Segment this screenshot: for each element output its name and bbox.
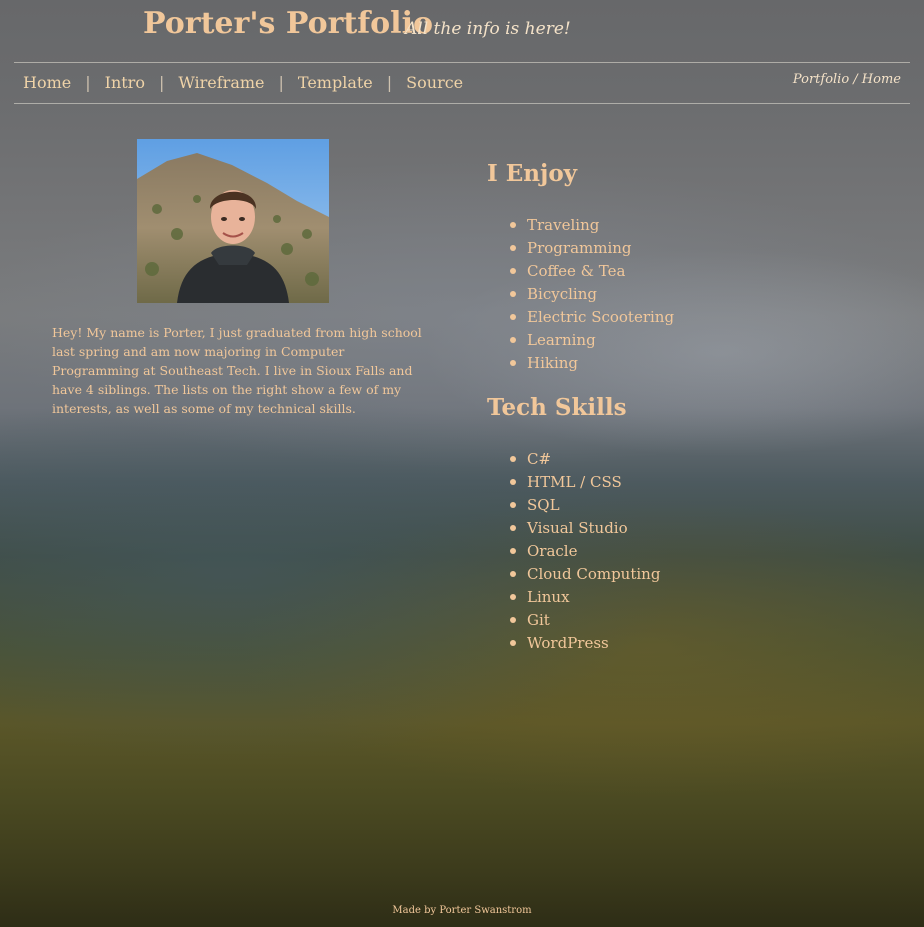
site-title: Porter's Portfolio xyxy=(143,6,433,41)
list-item: Oracle xyxy=(510,540,660,563)
nav-separator: | xyxy=(386,73,393,92)
enjoy-heading: I Enjoy xyxy=(487,160,578,187)
intro-bio: Hey! My name is Porter, I just graduated… xyxy=(52,325,422,416)
bullet-icon xyxy=(510,548,516,554)
breadcrumb: Portfolio / Home xyxy=(792,72,901,87)
bullet-icon xyxy=(510,314,516,320)
list-item: C# xyxy=(510,448,660,471)
list-item-label: Bicycling xyxy=(527,285,597,303)
profile-photo xyxy=(137,139,329,303)
nav-link-wireframe[interactable]: Wireframe xyxy=(178,73,264,92)
footer-credit: Made by Porter Swanstrom xyxy=(392,905,532,916)
site-header: Porter's Portfolio All the info is here! xyxy=(0,0,924,62)
list-item-label: Cloud Computing xyxy=(527,565,661,583)
bullet-icon xyxy=(510,640,516,646)
bullet-icon xyxy=(510,222,516,228)
nav-links: Home | Intro | Wireframe | Template | So… xyxy=(23,73,463,92)
list-item: WordPress xyxy=(510,632,660,655)
bullet-icon xyxy=(510,245,516,251)
list-item-label: Linux xyxy=(527,588,570,606)
list-item-label: WordPress xyxy=(527,634,609,652)
list-item-label: Traveling xyxy=(527,216,600,234)
list-item: HTML / CSS xyxy=(510,471,660,494)
list-item: Hiking xyxy=(510,352,674,375)
nav-link-intro[interactable]: Intro xyxy=(105,73,145,92)
list-item: Visual Studio xyxy=(510,517,660,540)
bullet-icon xyxy=(510,456,516,462)
bullet-icon xyxy=(510,502,516,508)
list-item-label: C# xyxy=(527,450,552,468)
nav-link-template[interactable]: Template xyxy=(298,73,373,92)
list-item: Bicycling xyxy=(510,283,674,306)
list-item: Electric Scootering xyxy=(510,306,674,329)
enjoy-list: Traveling Programming Coffee & Tea Bicyc… xyxy=(510,214,674,375)
list-item-label: Hiking xyxy=(527,354,579,372)
bullet-icon xyxy=(510,337,516,343)
list-item-label: HTML / CSS xyxy=(527,473,622,491)
nav-separator: | xyxy=(278,73,284,92)
bullet-icon xyxy=(510,479,516,485)
list-item-label: Programming xyxy=(527,239,632,257)
bullet-icon xyxy=(510,571,516,577)
bullet-icon xyxy=(510,291,516,297)
skills-heading: Tech Skills xyxy=(487,394,627,421)
bullet-icon xyxy=(510,525,516,531)
list-item-label: Visual Studio xyxy=(527,519,628,537)
list-item: Cloud Computing xyxy=(510,563,660,586)
list-item: Linux xyxy=(510,586,660,609)
nav-separator: | xyxy=(85,73,91,92)
list-item-label: Oracle xyxy=(527,542,578,560)
nav-bar: Home | Intro | Wireframe | Template | So… xyxy=(14,62,910,104)
bullet-icon xyxy=(510,594,516,600)
list-item-label: Learning xyxy=(527,331,596,349)
list-item: Git xyxy=(510,609,660,632)
list-item-label: Coffee & Tea xyxy=(527,262,626,280)
list-item: Programming xyxy=(510,237,674,260)
list-item-label: Git xyxy=(527,611,550,629)
nav-link-source[interactable]: Source xyxy=(406,73,463,92)
bullet-icon xyxy=(510,268,516,274)
site-tagline: All the info is here! xyxy=(405,19,571,39)
list-item: SQL xyxy=(510,494,660,517)
nav-separator: | xyxy=(158,73,165,92)
list-item: Coffee & Tea xyxy=(510,260,674,283)
skills-list: C# HTML / CSS SQL Visual Studio Oracle C… xyxy=(510,448,660,655)
list-item-label: SQL xyxy=(527,496,560,514)
list-item-label: Electric Scootering xyxy=(527,308,675,326)
bullet-icon xyxy=(510,360,516,366)
list-item: Traveling xyxy=(510,214,674,237)
nav-link-home[interactable]: Home xyxy=(23,73,71,92)
list-item: Learning xyxy=(510,329,674,352)
bullet-icon xyxy=(510,617,516,623)
